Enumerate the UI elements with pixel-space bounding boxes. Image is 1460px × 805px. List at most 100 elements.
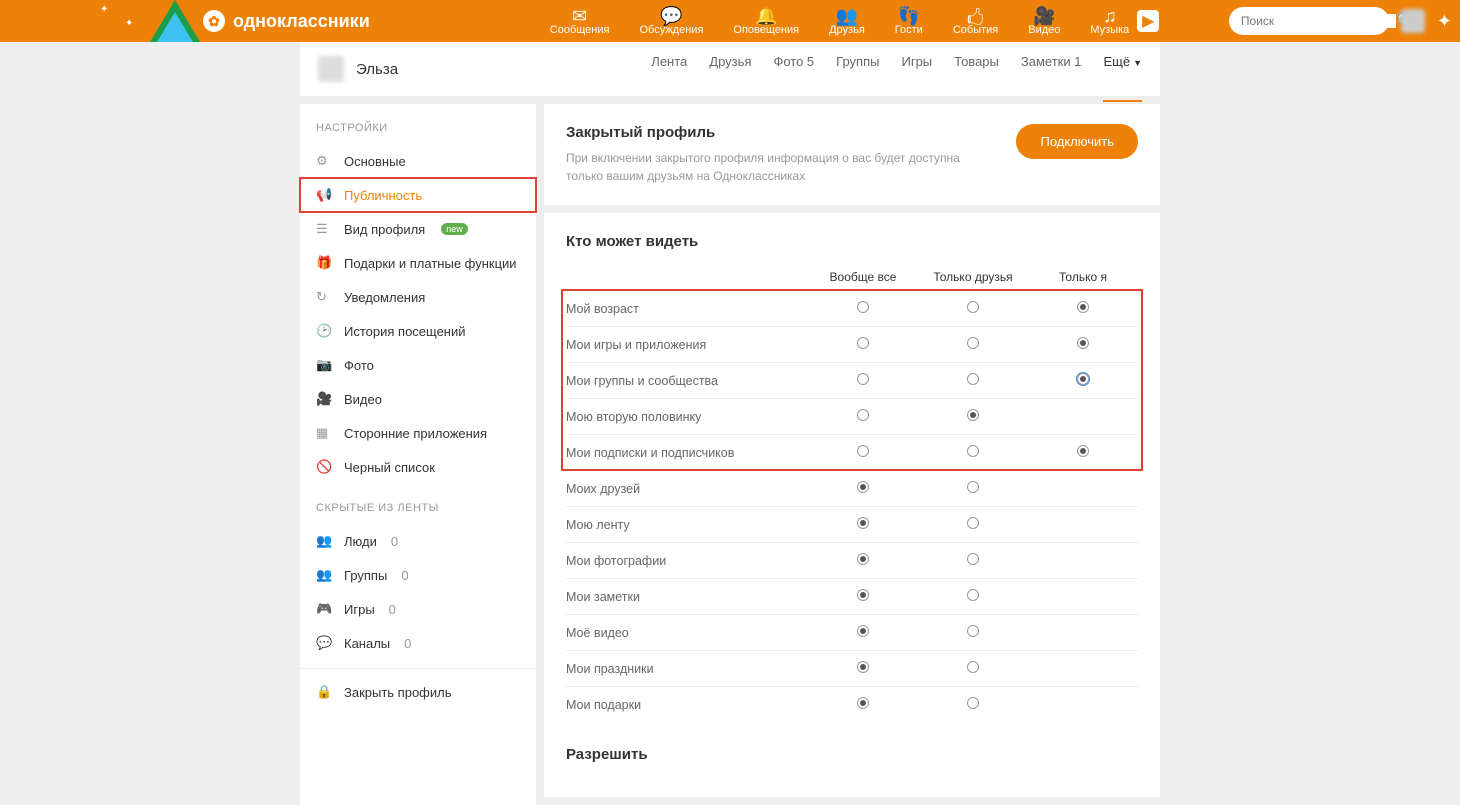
sidebar-icon: 🚫 [316, 459, 332, 475]
radio-option[interactable] [857, 409, 869, 421]
sidebar-item-label: Вид профиля [344, 222, 425, 237]
topnav-Сообщения[interactable]: ✉Сообщения [550, 6, 610, 36]
sidebar-icon: ↻ [316, 289, 332, 305]
sidebar-item-Подарки и платные функции[interactable]: 🎁Подарки и платные функции [300, 246, 536, 280]
radio-option[interactable] [1077, 373, 1089, 385]
profile-avatar[interactable] [318, 56, 344, 82]
sidebar-item-Видео[interactable]: 🎥Видео [300, 382, 536, 416]
radio-option[interactable] [1077, 337, 1089, 349]
radio-option[interactable] [967, 625, 979, 637]
radio-option[interactable] [967, 481, 979, 493]
profile-bar: Эльза Лента Друзья Фото 5 Группы Игры Товары З… [300, 42, 1160, 96]
privacy-card: Кто может видеть Вообще все Только друзь… [544, 213, 1160, 797]
sidebar-item-Фото[interactable]: 📷Фото [300, 348, 536, 382]
sidebar-icon: 📷 [316, 357, 332, 373]
sidebar-hidden-Группы[interactable]: 👥Группы0 [300, 558, 536, 592]
radio-option[interactable] [967, 445, 979, 457]
sidebar-item-Вид профиля[interactable]: ☰Вид профиляnew [300, 212, 536, 246]
sidebar-close-profile[interactable]: 🔒 Закрыть профиль [300, 675, 536, 709]
topnav-label: События [953, 24, 998, 36]
lock-icon: 🔒 [316, 684, 332, 700]
sidebar-item-Сторонние приложения[interactable]: ▦Сторонние приложения [300, 416, 536, 450]
radio-option[interactable] [967, 517, 979, 529]
topnav-Музыка[interactable]: ♫Музыка [1090, 6, 1129, 36]
sidebar-count: 0 [391, 534, 398, 549]
settings-sidebar: НАСТРОЙКИ ⚙Основные📢Публичность☰Вид проф… [300, 104, 536, 805]
sidebar-count: 0 [404, 636, 411, 651]
brand-logo[interactable]: ✿ одноклассники [203, 10, 370, 32]
sidebar-icon: 🕑 [316, 323, 332, 339]
radio-option[interactable] [967, 337, 979, 349]
tab-Фото 5[interactable]: Фото 5 [773, 54, 814, 85]
radio-option[interactable] [857, 301, 869, 313]
privacy-row: Моё видео [566, 614, 1138, 650]
tab-Товары[interactable]: Товары [954, 54, 999, 85]
radio-option[interactable] [857, 625, 869, 637]
sidebar-hidden-Люди[interactable]: 👥Люди0 [300, 524, 536, 558]
tab-Группы[interactable]: Группы [836, 54, 879, 85]
sidebar-item-label: Группы [344, 568, 387, 583]
radio-option[interactable] [1077, 445, 1089, 457]
radio-option[interactable] [857, 697, 869, 709]
topnav-Друзья[interactable]: 👥Друзья [829, 6, 865, 36]
radio-option[interactable] [857, 517, 869, 529]
sidebar-hidden-Игры[interactable]: 🎮Игры0 [300, 592, 536, 626]
radio-option[interactable] [857, 661, 869, 673]
radio-option[interactable] [857, 337, 869, 349]
tab-Заметки 1[interactable]: Заметки 1 [1021, 54, 1082, 85]
radio-option[interactable] [967, 661, 979, 673]
radio-option[interactable] [967, 373, 979, 385]
radio-option[interactable] [857, 553, 869, 565]
sparkle-icon: ✦ [1437, 11, 1452, 32]
sidebar-item-Основные[interactable]: ⚙Основные [300, 144, 536, 178]
header-avatar[interactable] [1401, 9, 1425, 33]
topnav-icon: 🔔 [755, 6, 777, 24]
sidebar-hidden-Каналы[interactable]: 💬Каналы0 [300, 626, 536, 660]
row-label: Мои игры и приложения [566, 338, 808, 352]
col-friends: Только друзья [918, 270, 1028, 284]
sidebar-item-label: Видео [344, 392, 382, 407]
connect-button[interactable]: Подключить [1016, 124, 1138, 159]
allow-title: Разрешить [566, 746, 1138, 763]
tab-more[interactable]: Ещё▼ [1103, 54, 1142, 102]
radio-option[interactable] [967, 301, 979, 313]
sidebar-item-Черный список[interactable]: 🚫Черный список [300, 450, 536, 484]
sidebar-item-История посещений[interactable]: 🕑История посещений [300, 314, 536, 348]
privacy-row: Мои заметки [566, 578, 1138, 614]
privacy-row: Мои подарки [566, 686, 1138, 722]
radio-option[interactable] [967, 409, 979, 421]
topnav-События[interactable]: 🖒События [953, 6, 998, 36]
search-input[interactable] [1241, 14, 1396, 28]
brand-text: одноклассники [233, 11, 370, 32]
row-label: Мою ленту [566, 518, 808, 532]
radio-option[interactable] [1077, 301, 1089, 313]
topnav-Гости[interactable]: 👣Гости [895, 6, 923, 36]
radio-option[interactable] [967, 697, 979, 709]
radio-option[interactable] [857, 481, 869, 493]
topnav-Обсуждения[interactable]: 💬Обсуждения [639, 6, 703, 36]
topnav-Видео[interactable]: 🎥Видео [1028, 6, 1060, 36]
topnav-Оповещения[interactable]: 🔔Оповещения [733, 6, 799, 36]
topnav-label: Друзья [829, 24, 865, 36]
tab-Игры[interactable]: Игры [901, 54, 932, 85]
radio-option[interactable] [857, 445, 869, 457]
search-box[interactable]: 🔍 [1229, 7, 1389, 35]
radio-option[interactable] [857, 589, 869, 601]
topnav-label: Оповещения [733, 24, 799, 36]
row-label: Мои заметки [566, 590, 808, 604]
row-label: Моих друзей [566, 482, 808, 496]
sidebar-item-Уведомления[interactable]: ↻Уведомления [300, 280, 536, 314]
sidebar-title-settings: НАСТРОЙКИ [300, 104, 536, 144]
radio-option[interactable] [967, 589, 979, 601]
sidebar-item-Публичность[interactable]: 📢Публичность [300, 178, 536, 212]
privacy-row: Мои фотографии [566, 542, 1138, 578]
highlighted-rows: Мой возрастМои игры и приложенияМои груп… [562, 290, 1142, 470]
radio-option[interactable] [857, 373, 869, 385]
tab-Лента[interactable]: Лента [651, 54, 687, 85]
play-icon[interactable]: ▶ [1137, 10, 1159, 32]
privacy-row: Моих друзей [566, 470, 1138, 506]
radio-option[interactable] [967, 553, 979, 565]
profile-name[interactable]: Эльза [356, 61, 398, 78]
topnav-label: Обсуждения [639, 24, 703, 36]
tab-Друзья[interactable]: Друзья [709, 54, 751, 85]
